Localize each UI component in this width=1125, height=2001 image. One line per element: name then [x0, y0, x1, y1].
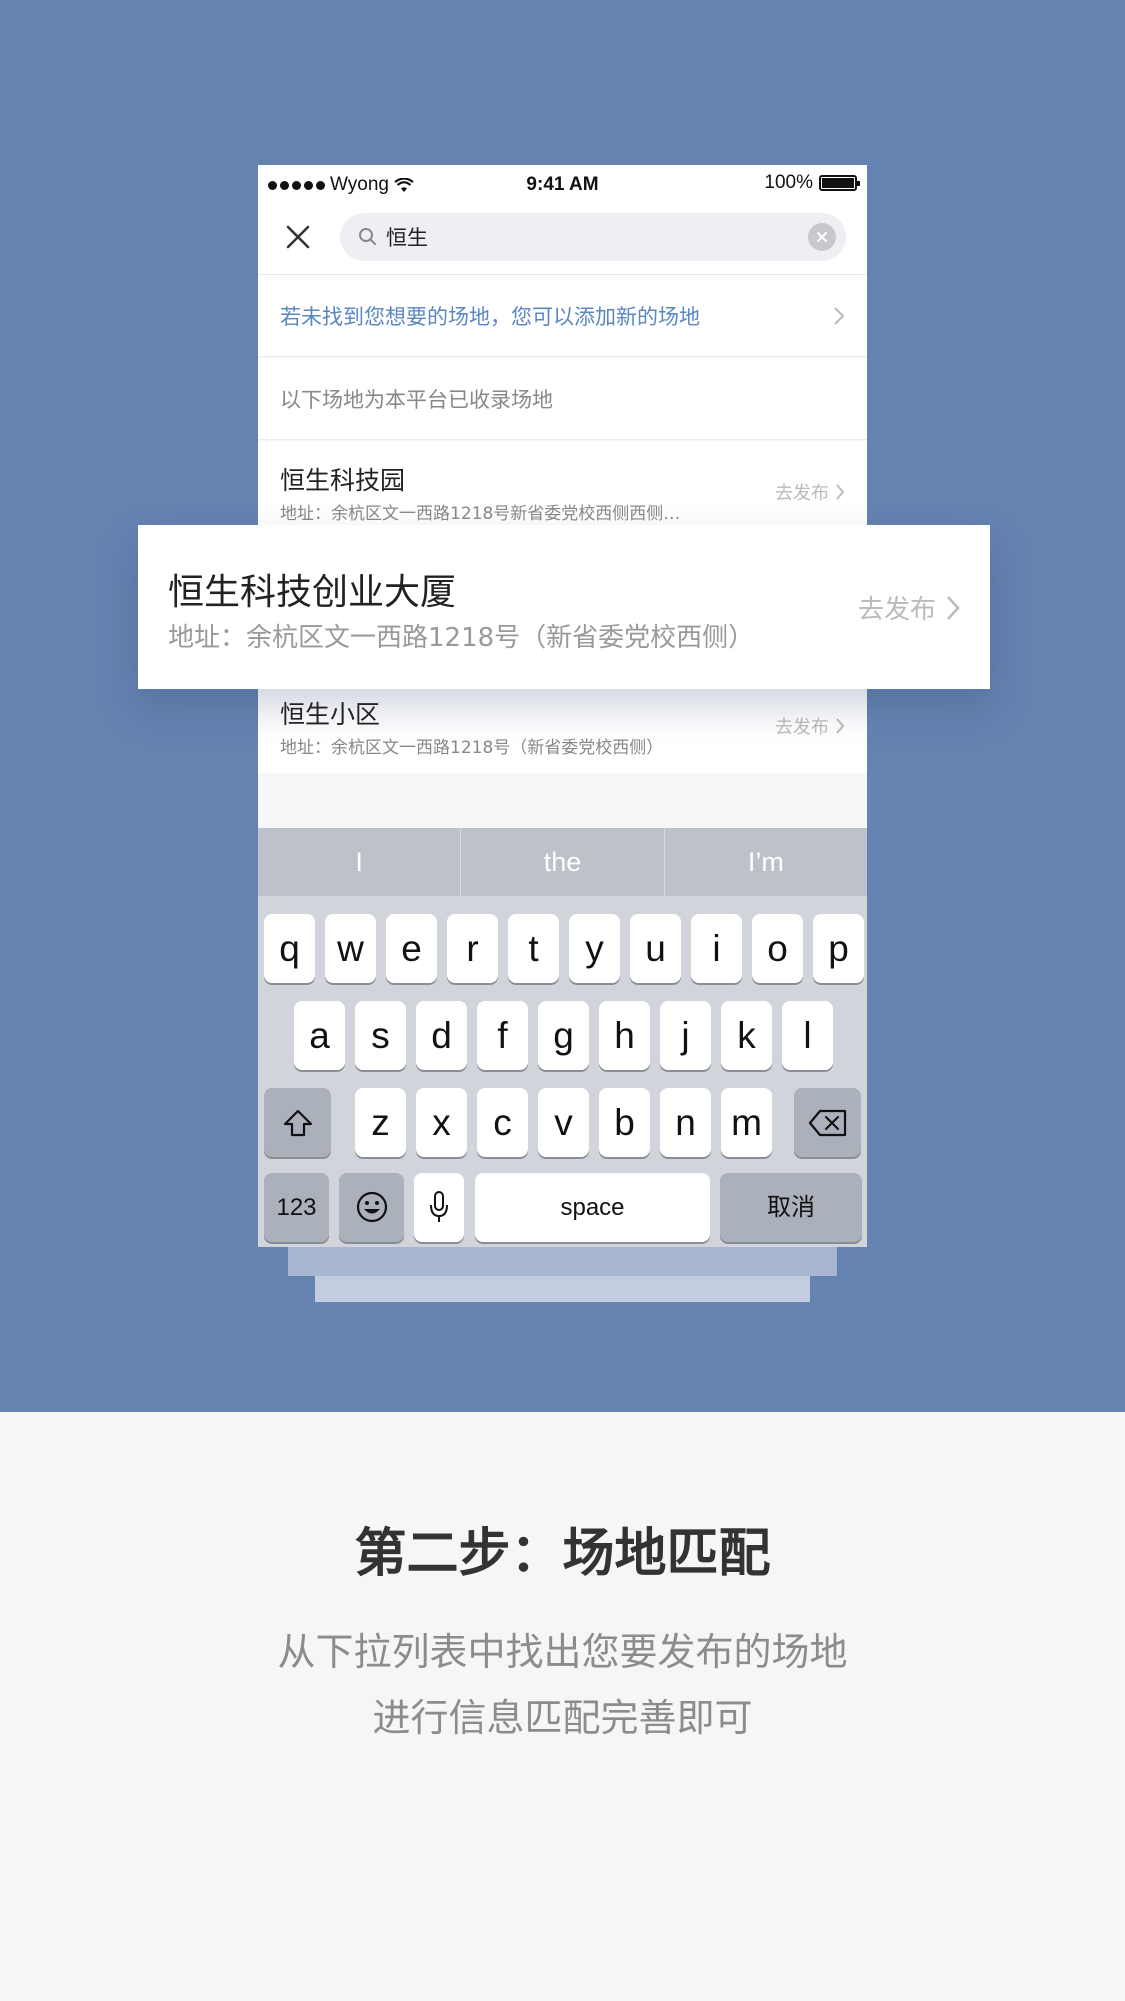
search-bar: [258, 203, 867, 275]
key-r[interactable]: r: [447, 914, 498, 983]
step-title: 第二步：场地匹配: [354, 1524, 771, 1584]
keyboard: I the I’m q w e r t y u i o p a s d f g …: [258, 828, 867, 1247]
battery-status: 100%: [764, 172, 860, 194]
step-description-line2: 进行信息匹配完善即可: [372, 1696, 753, 1740]
publish-label: 去发布: [775, 717, 829, 738]
venue-address: 地址：余杭区文一西路1218号（新省委党校西侧）: [168, 623, 755, 653]
prediction-item[interactable]: I: [258, 828, 462, 896]
key-a[interactable]: a: [294, 1001, 345, 1070]
add-venue-hint-text: 若未找到您想要的场地，您可以添加新的场地: [280, 305, 700, 329]
key-d[interactable]: d: [416, 1001, 467, 1070]
prediction-item[interactable]: the: [461, 828, 665, 896]
venue-address: 地址：余杭区文一西路1218号新省委党校西侧西侧…: [280, 504, 681, 524]
emoji-icon: [356, 1191, 387, 1223]
step-description-line1: 从下拉列表中找出您要发布的场地: [277, 1630, 848, 1674]
search-icon: [359, 228, 376, 245]
search-input[interactable]: [386, 213, 786, 261]
venue-name: 恒生科技园: [280, 466, 406, 495]
key-f[interactable]: f: [477, 1001, 528, 1070]
key-e[interactable]: e: [386, 914, 437, 983]
emoji-key[interactable]: [339, 1173, 404, 1242]
key-m[interactable]: m: [721, 1088, 772, 1157]
prediction-item[interactable]: I’m: [665, 828, 867, 896]
key-p[interactable]: p: [813, 914, 864, 983]
chevron-right-icon: [836, 718, 845, 734]
key-z[interactable]: z: [355, 1088, 406, 1157]
key-u[interactable]: u: [630, 914, 681, 983]
microphone-key[interactable]: [414, 1173, 464, 1242]
key-q[interactable]: q: [264, 914, 315, 983]
key-b[interactable]: b: [599, 1088, 650, 1157]
predictive-bar: I the I’m: [258, 828, 867, 896]
platform-note: 以下场地为本平台已收录场地: [258, 358, 867, 440]
key-s[interactable]: s: [355, 1001, 406, 1070]
venue-name: 恒生小区: [280, 700, 381, 729]
publish-button[interactable]: 去发布: [775, 713, 845, 739]
cancel-key[interactable]: 取消: [720, 1173, 862, 1242]
key-t[interactable]: t: [508, 914, 559, 983]
key-i[interactable]: i: [691, 914, 742, 983]
chevron-right-icon: [833, 306, 845, 326]
publish-button[interactable]: 去发布: [775, 479, 845, 505]
key-k[interactable]: k: [721, 1001, 772, 1070]
key-x[interactable]: x: [416, 1088, 467, 1157]
battery-icon: [819, 175, 860, 191]
shift-key[interactable]: [264, 1088, 331, 1157]
numbers-key[interactable]: 123: [264, 1173, 329, 1242]
card-stack-shadow-1: [288, 1246, 837, 1276]
chevron-right-icon: [947, 595, 960, 620]
space-key[interactable]: space: [475, 1173, 710, 1242]
key-o[interactable]: o: [752, 914, 803, 983]
shift-icon: [283, 1109, 312, 1137]
key-w[interactable]: w: [325, 914, 376, 983]
key-l[interactable]: l: [782, 1001, 833, 1070]
add-venue-hint[interactable]: 若未找到您想要的场地，您可以添加新的场地: [258, 275, 867, 357]
microphone-icon: [430, 1191, 448, 1222]
venue-name: 恒生科技创业大厦: [168, 572, 457, 613]
backspace-key[interactable]: [794, 1088, 861, 1157]
key-j[interactable]: j: [660, 1001, 711, 1070]
publish-button[interactable]: 去发布: [858, 589, 960, 626]
key-h[interactable]: h: [599, 1001, 650, 1070]
clear-icon: [817, 232, 827, 242]
phone-screen: Wyong 9:41 AM 100% 若未找到您想要的场地，您可以添加新的场地 …: [258, 165, 867, 1247]
publish-label: 去发布: [857, 595, 936, 625]
platform-note-text: 以下场地为本平台已收录场地: [280, 388, 553, 412]
publish-label: 去发布: [775, 483, 829, 504]
key-g[interactable]: g: [538, 1001, 589, 1070]
clear-search-button[interactable]: [808, 223, 836, 251]
key-v[interactable]: v: [538, 1088, 589, 1157]
venue-address: 地址：余杭区文一西路1218号（新省委党校西侧）: [280, 738, 664, 758]
battery-percent: 100%: [764, 172, 813, 193]
backspace-icon: [808, 1109, 846, 1137]
status-bar: Wyong 9:41 AM 100%: [258, 165, 867, 203]
chevron-right-icon: [836, 484, 845, 500]
key-y[interactable]: y: [569, 914, 620, 983]
highlighted-venue-card[interactable]: 恒生科技创业大厦 地址：余杭区文一西路1218号（新省委党校西侧） 去发布: [138, 525, 990, 689]
key-n[interactable]: n: [660, 1088, 711, 1157]
close-icon[interactable]: [282, 221, 314, 253]
venue-item[interactable]: 恒生科技园 地址：余杭区文一西路1218号新省委党校西侧西侧… 去发布: [258, 441, 867, 531]
venue-item[interactable]: 恒生小区 地址：余杭区文一西路1218号（新省委党校西侧） 去发布: [258, 675, 867, 773]
key-c[interactable]: c: [477, 1088, 528, 1157]
search-field: [340, 213, 846, 261]
